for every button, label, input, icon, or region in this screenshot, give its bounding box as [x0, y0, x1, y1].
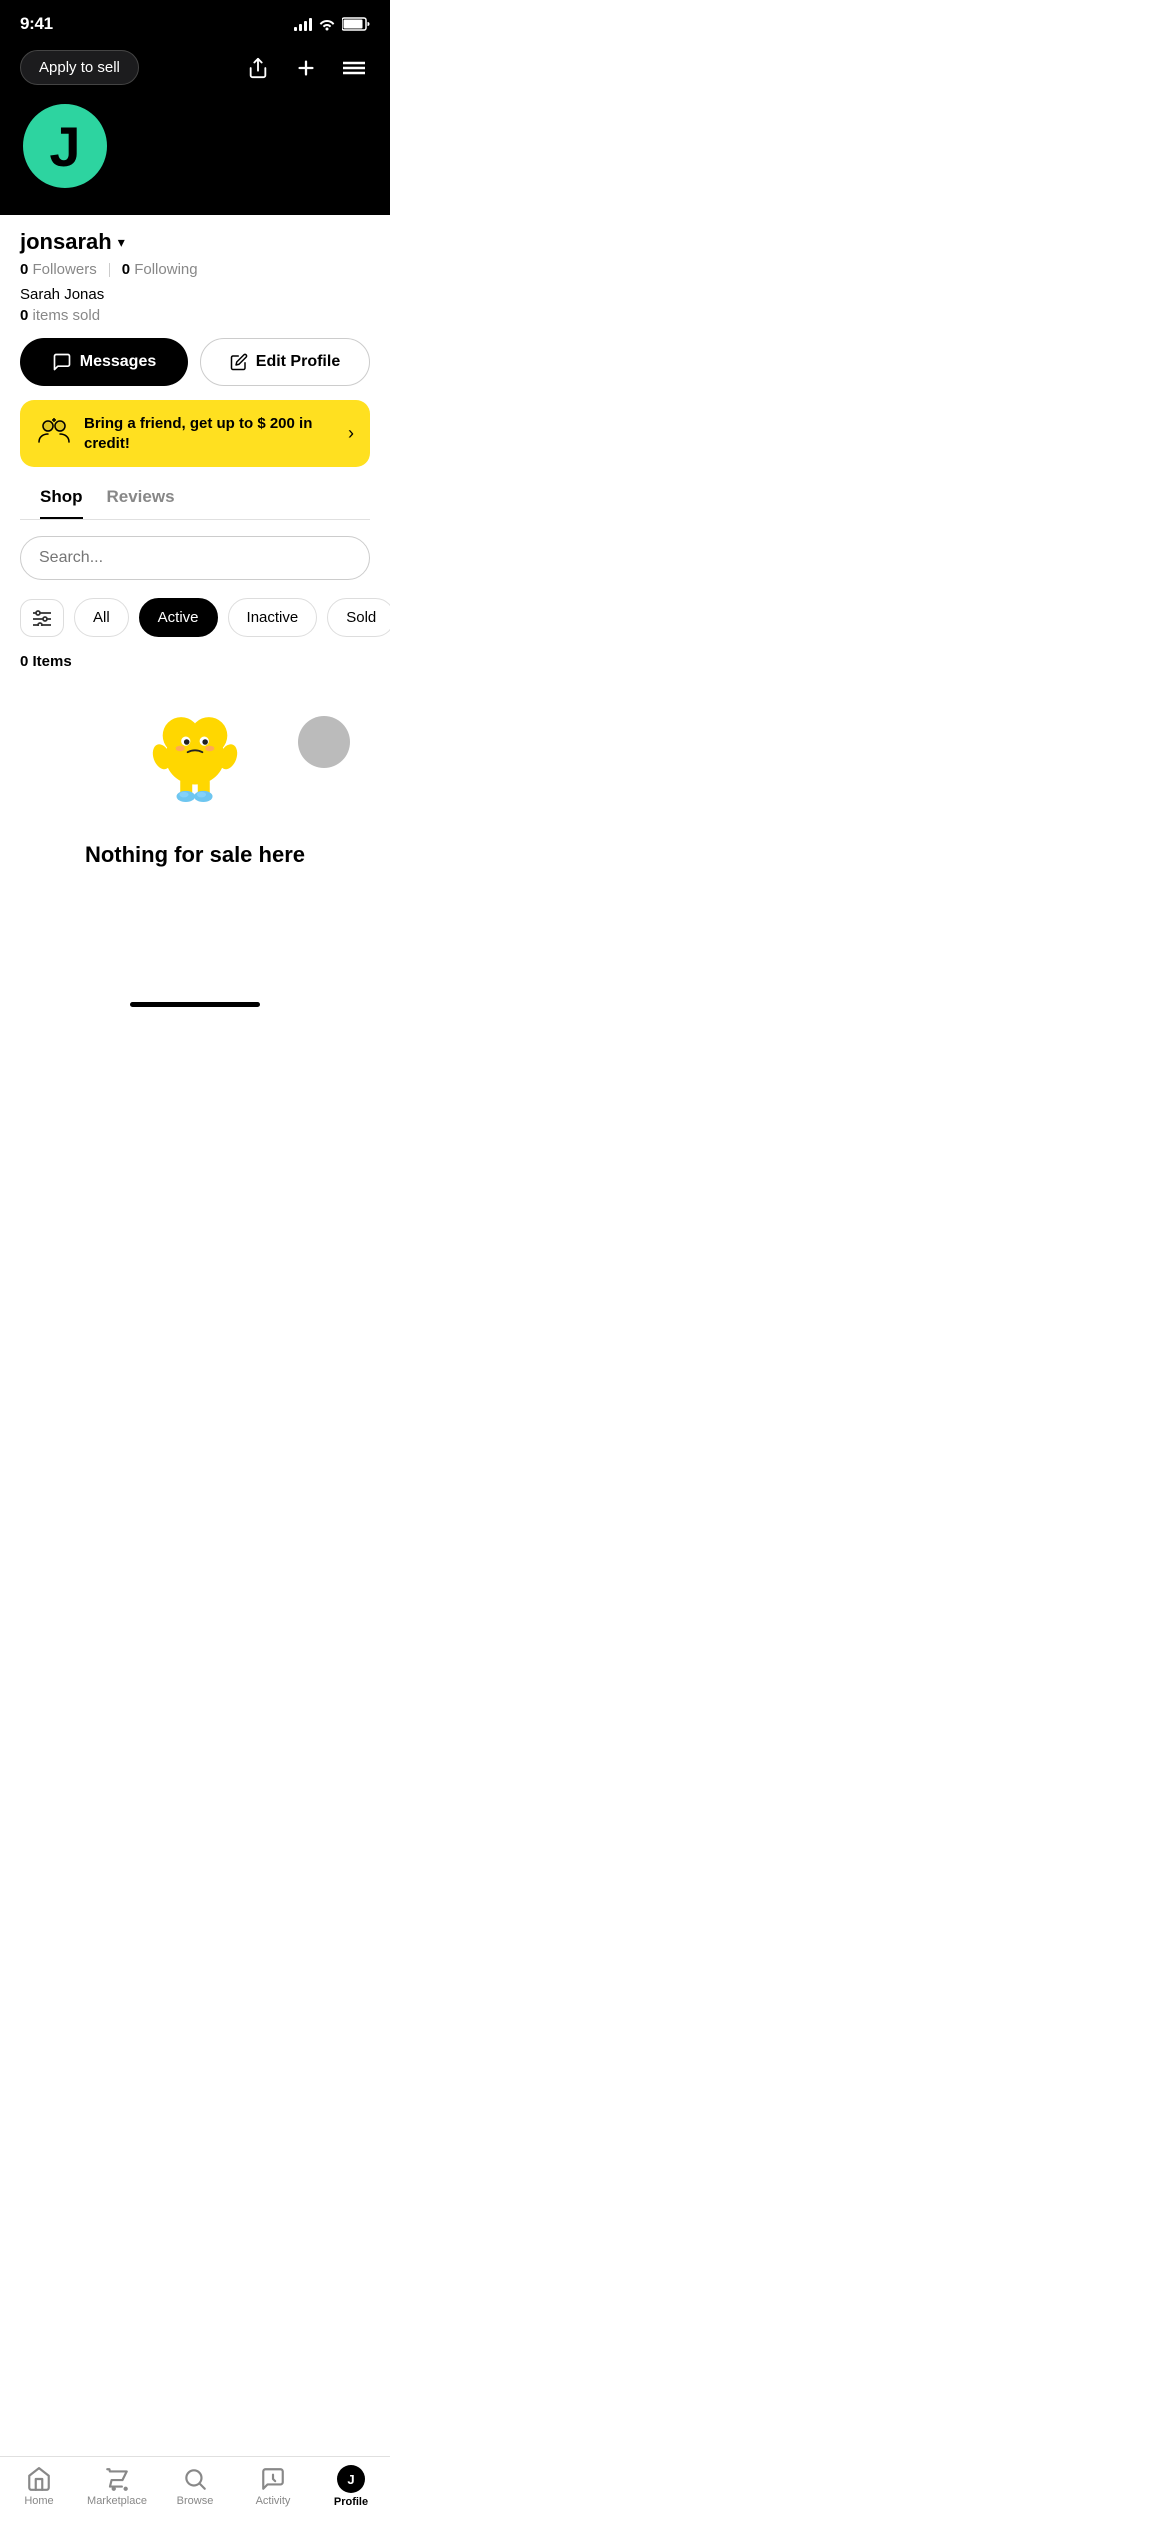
username-row: jonsarah ▾	[20, 229, 370, 255]
search-container	[0, 520, 390, 590]
filter-options-button[interactable]	[20, 599, 64, 637]
referral-text: Bring a friend, get up to $ 200 in credi…	[84, 414, 348, 453]
profile-section: J	[0, 101, 390, 215]
status-time: 9:41	[20, 14, 53, 34]
home-indicator	[130, 1002, 260, 1007]
stat-divider	[109, 263, 110, 277]
pencil-icon	[230, 353, 248, 371]
referral-banner[interactable]: Bring a friend, get up to $ 200 in credi…	[20, 400, 370, 467]
nav-marketplace-label: Marketplace	[87, 2495, 147, 2507]
profile-info: jonsarah ▾ 0 Followers 0 Following Sarah…	[0, 215, 390, 520]
items-count: 0 Items	[0, 649, 390, 686]
gray-circle	[298, 716, 350, 768]
filter-all-button[interactable]: All	[74, 598, 129, 637]
mascot-illustration	[135, 706, 255, 826]
messages-button[interactable]: Messages	[20, 338, 188, 386]
menu-button[interactable]	[338, 52, 370, 84]
search-input-wrap	[20, 536, 370, 580]
username: jonsarah	[20, 229, 112, 255]
nav-activity-label: Activity	[256, 2495, 291, 2507]
tabs-section: Shop Reviews	[20, 487, 370, 520]
friends-icon	[36, 416, 72, 444]
signal-icon	[294, 17, 312, 31]
apply-to-sell-button[interactable]: Apply to sell	[20, 50, 139, 85]
search-input[interactable]	[39, 549, 351, 567]
followers-stat[interactable]: 0 Followers	[20, 261, 97, 278]
avatar: J	[20, 101, 110, 191]
browse-icon	[182, 2466, 208, 2492]
filter-inactive-button[interactable]: Inactive	[228, 598, 318, 637]
header: Apply to sell	[0, 42, 390, 101]
stats-row: 0 Followers 0 Following	[20, 261, 370, 278]
real-name: Sarah Jonas	[20, 286, 370, 303]
plus-icon	[295, 57, 317, 79]
chevron-down-icon[interactable]: ▾	[118, 234, 125, 251]
add-button[interactable]	[290, 52, 322, 84]
nav-home[interactable]: Home	[0, 2466, 78, 2507]
following-stat[interactable]: 0 Following	[122, 261, 198, 278]
nav-marketplace[interactable]: Marketplace	[78, 2466, 156, 2507]
tab-shop[interactable]: Shop	[40, 487, 83, 519]
share-button[interactable]	[242, 52, 274, 84]
message-icon	[52, 352, 72, 372]
home-icon	[26, 2466, 52, 2492]
nav-profile[interactable]: J Profile	[312, 2465, 390, 2508]
avatar-letter: J	[49, 114, 80, 179]
nav-profile-avatar: J	[337, 2465, 365, 2493]
bottom-nav: Home Marketplace Browse Activity J Profi…	[0, 2456, 390, 2532]
edit-profile-button[interactable]: Edit Profile	[200, 338, 370, 386]
empty-state: Nothing for sale here	[0, 686, 390, 908]
filter-row: All Active Inactive Sold	[0, 590, 390, 649]
tab-reviews[interactable]: Reviews	[107, 487, 175, 519]
marketplace-icon	[104, 2466, 130, 2492]
nav-profile-label: Profile	[334, 2496, 368, 2508]
activity-icon	[260, 2466, 286, 2492]
filter-sold-button[interactable]: Sold	[327, 598, 390, 637]
items-sold: 0 items sold	[20, 307, 370, 324]
empty-state-title: Nothing for sale here	[85, 842, 305, 868]
referral-chevron-icon: ›	[348, 423, 354, 444]
share-icon	[247, 57, 269, 79]
action-buttons: Messages Edit Profile	[20, 338, 370, 386]
battery-icon	[342, 17, 370, 31]
nav-activity[interactable]: Activity	[234, 2466, 312, 2507]
status-icons	[294, 17, 370, 31]
status-bar: 9:41	[0, 0, 390, 42]
nav-browse[interactable]: Browse	[156, 2466, 234, 2507]
nav-home-label: Home	[24, 2495, 53, 2507]
filter-active-button[interactable]: Active	[139, 598, 218, 637]
referral-icon	[36, 416, 72, 451]
nav-browse-label: Browse	[177, 2495, 214, 2507]
sliders-icon	[33, 610, 51, 626]
wifi-icon	[318, 17, 336, 31]
hamburger-icon	[343, 61, 365, 75]
referral-left: Bring a friend, get up to $ 200 in credi…	[36, 414, 348, 453]
